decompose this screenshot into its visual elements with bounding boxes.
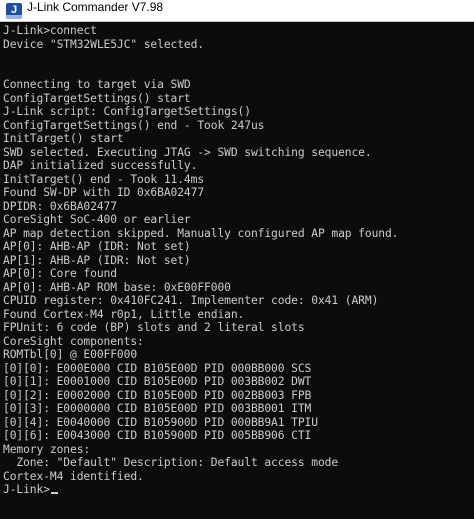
console-line: AP map detection skipped. Manually confi…	[3, 226, 399, 240]
console-line: Memory zones:	[3, 442, 91, 456]
console-line: Device "STM32WLE5JC" selected.	[3, 37, 205, 51]
j-link-app-icon[interactable]: J	[6, 3, 22, 19]
console-line: [0][3]: E0000000 CID B105E00D PID 003BB0…	[3, 402, 312, 415]
console-line: AP[1]: AHB-AP (IDR: Not set)	[3, 253, 191, 267]
j-link-commander-window: J J-Link Commander V7.98 J-Link>connect …	[0, 0, 474, 519]
console-line: J-Link script: ConfigTargetSettings()	[3, 105, 251, 118]
prompt-line[interactable]: J-Link>	[3, 483, 474, 497]
console-line: CPUID register: 0x410FC241. Implementer …	[3, 294, 379, 307]
console-line: AP[0]: AHB-AP ROM base: 0xE00FF000	[3, 280, 231, 294]
console-line: CoreSight SoC-400 or earlier	[3, 213, 191, 226]
console-line: AP[0]: AHB-AP (IDR: Not set)	[3, 240, 191, 253]
console-line: ConfigTargetSettings() start	[3, 91, 191, 105]
console-line: [0][4]: E0040000 CID B105900D PID 000BB9…	[3, 415, 318, 429]
window-title: J-Link Commander V7.98	[27, 0, 164, 14]
title-bar[interactable]: J J-Link Commander V7.98	[0, 0, 474, 22]
console-line: InitTarget() start	[3, 132, 124, 145]
console-line: [0][2]: E0002000 CID B105E00D PID 002BB0…	[3, 388, 312, 402]
console-line: DAP initialized successfully.	[3, 159, 198, 172]
console-line: [0][0]: E000E000 CID B105E00D PID 000BB0…	[3, 361, 312, 375]
console-line: CoreSight components:	[3, 334, 144, 348]
console-line: Connecting to target via SWD	[3, 78, 191, 91]
console-line: InitTarget() end - Took 11.4ms	[3, 172, 205, 186]
text-cursor	[50, 492, 58, 494]
console-line: Zone: "Default" Description: Default acc…	[3, 456, 339, 469]
console-line: [0][1]: E0001000 CID B105E00D PID 003BB0…	[3, 375, 312, 388]
prompt-text: J-Link>	[3, 483, 50, 496]
console-line: DPIDR: 0x6BA02477	[3, 199, 117, 213]
console-output[interactable]: J-Link>connect Device "STM32WLE5JC" sele…	[3, 24, 474, 519]
console-line: Found SW-DP with ID 0x6BA02477	[3, 186, 205, 199]
console-line: Cortex-M4 identified.	[3, 469, 144, 483]
console-line: [0][6]: E0043000 CID B105900D PID 005BB9…	[3, 429, 312, 442]
console-line: J-Link>connect	[3, 24, 97, 37]
console-line: FPUnit: 6 code (BP) slots and 2 literal …	[3, 321, 305, 334]
console-line: ConfigTargetSettings() end - Took 247us	[3, 118, 265, 132]
console-line: Found Cortex-M4 r0p1, Little endian.	[3, 307, 245, 321]
console-line: AP[0]: Core found	[3, 267, 117, 280]
console-line: ROMTbl[0] @ E00FF000	[3, 348, 138, 361]
console-line: SWD selected. Executing JTAG -> SWD swit…	[3, 145, 372, 159]
